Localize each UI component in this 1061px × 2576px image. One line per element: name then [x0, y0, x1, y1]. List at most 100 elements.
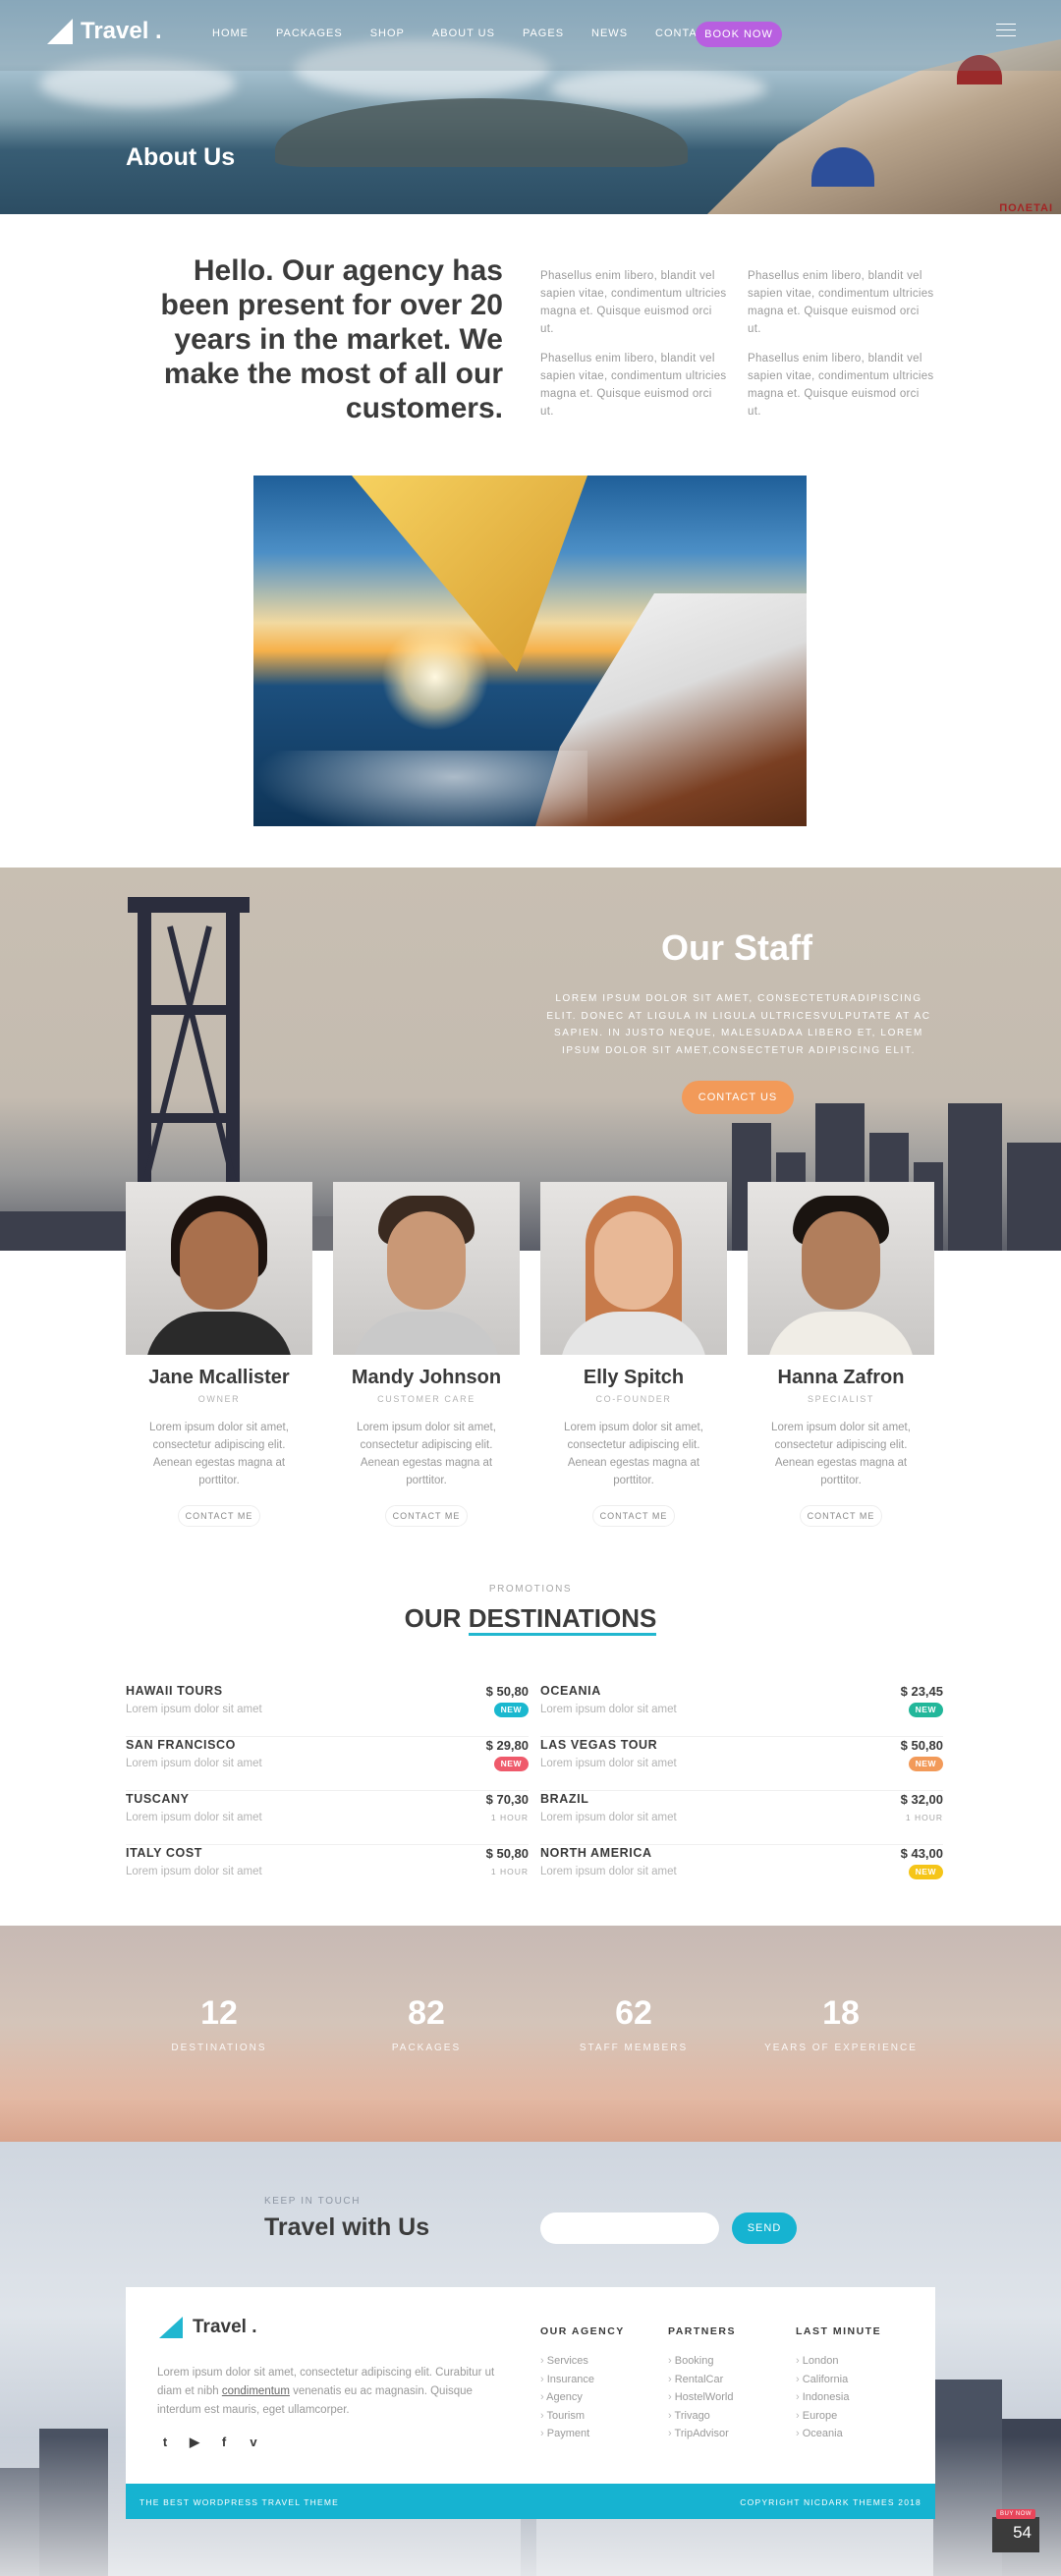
footer-column-last-minute: LAST MINUTE London California Indonesia …	[796, 2325, 881, 2443]
destination-name: SAN FRANCISCO	[126, 1738, 236, 1752]
status-badge: NEW	[493, 1757, 529, 1771]
menu-item-news[interactable]: NEWS	[591, 28, 628, 39]
footer-link[interactable]: Oceania	[796, 2425, 881, 2443]
status-badge: NEW	[908, 1703, 943, 1717]
twitter-icon[interactable]: t	[157, 2435, 173, 2450]
stat-label: STAFF MEMBERS	[579, 2043, 689, 2053]
avatar	[748, 1182, 934, 1355]
status-badge: NEW	[908, 1757, 943, 1771]
footer-link[interactable]: Payment	[540, 2425, 625, 2443]
vimeo-icon[interactable]: v	[246, 2435, 261, 2450]
footer-link[interactable]: HostelWorld	[668, 2388, 736, 2407]
destination-row[interactable]: BRAZIL $ 32,00 Lorem ipsum dolor sit ame…	[540, 1792, 943, 1845]
staff-role: SPECIALIST	[807, 1394, 875, 1404]
destination-price: $ 29,80	[485, 1738, 529, 1753]
destination-name: BRAZIL	[540, 1792, 589, 1806]
intro-paragraph: Phasellus enim libero, blandit vel sapie…	[748, 270, 934, 335]
destination-row[interactable]: SAN FRANCISCO $ 29,80 Lorem ipsum dolor …	[126, 1738, 529, 1791]
hero-banner: ΠΟΛΕΤΑΙ Travel . HOME PACKAGES SHOP ABOU…	[0, 0, 1061, 214]
stat-number: 18	[822, 1994, 860, 2032]
menu-item-shop[interactable]: SHOP	[370, 28, 405, 39]
footer-column-agency: OUR AGENCY Services Insurance Agency Tou…	[540, 2325, 625, 2443]
stat-number: 82	[408, 1994, 445, 2032]
about-link[interactable]: condimentum	[222, 2385, 290, 2397]
menu-item-home[interactable]: HOME	[212, 28, 249, 39]
contact-me-button[interactable]: CONTACT ME	[385, 1505, 468, 1527]
footer-link[interactable]: Agency	[540, 2388, 625, 2407]
site-logo[interactable]: Travel .	[47, 18, 162, 45]
menu-item-pages[interactable]: PAGES	[523, 28, 564, 39]
destination-row[interactable]: HAWAII TOURS $ 50,80 Lorem ipsum dolor s…	[126, 1684, 529, 1737]
contact-me-button[interactable]: CONTACT ME	[178, 1505, 260, 1527]
stat-number: 62	[615, 1994, 652, 2032]
tagline: THE BEST WORDPRESS TRAVEL THEME	[140, 2497, 339, 2507]
contact-us-button[interactable]: CONTACT US	[682, 1081, 794, 1114]
footer-link[interactable]: Tourism	[540, 2407, 625, 2426]
avatar	[126, 1182, 312, 1355]
destination-name: HAWAII TOURS	[126, 1684, 223, 1698]
stat-staff-members: 62 STAFF MEMBERS	[535, 1994, 732, 2053]
destination-name: LAS VEGAS TOUR	[540, 1738, 658, 1752]
staff-card: Elly Spitch CO-FOUNDER Lorem ipsum dolor…	[540, 1182, 727, 1527]
staff-name: Elly Spitch	[583, 1367, 685, 1388]
menu-item-about-us[interactable]: ABOUT US	[432, 28, 495, 39]
staff-role: OWNER	[197, 1394, 241, 1404]
column-title: LAST MINUTE	[796, 2325, 882, 2337]
logo-text: Travel .	[193, 2317, 257, 2337]
footer-link[interactable]: Insurance	[540, 2371, 625, 2389]
intro-headline: Hello. Our agency has been present for o…	[160, 254, 503, 424]
title-highlight: DESTINATIONS	[468, 1603, 657, 1636]
hamburger-menu-icon[interactable]	[996, 24, 1016, 37]
stat-packages: 82 PACKAGES	[328, 1994, 525, 2053]
staff-role: CO-FOUNDER	[595, 1394, 672, 1404]
duration-label: 1 HOUR	[490, 1813, 529, 1822]
stat-destinations: 12 DESTINATIONS	[121, 1994, 317, 2053]
footer-link[interactable]: Trivago	[668, 2407, 736, 2426]
footer-link[interactable]: Booking	[668, 2352, 736, 2371]
send-button[interactable]: SEND	[732, 2212, 797, 2244]
footer-link[interactable]: Services	[540, 2352, 625, 2371]
footer-link[interactable]: Indonesia	[796, 2388, 881, 2407]
column-title: PARTNERS	[668, 2325, 736, 2337]
footer-link[interactable]: London	[796, 2352, 881, 2371]
destination-name: ITALY COST	[126, 1846, 203, 1860]
footer-link[interactable]: California	[796, 2371, 881, 2389]
column-title: OUR AGENCY	[540, 2325, 625, 2337]
destination-desc: Lorem ipsum dolor sit amet	[126, 1812, 262, 1823]
staff-description: LOREM IPSUM DOLOR SIT AMET, CONSECTETURA…	[546, 993, 931, 1056]
duration-label: 1 HOUR	[490, 1867, 529, 1876]
email-input[interactable]	[540, 2212, 719, 2244]
footer-link[interactable]: TripAdvisor	[668, 2425, 736, 2443]
footer-link[interactable]: Europe	[796, 2407, 881, 2426]
intro-paragraph: Phasellus enim libero, blandit vel sapie…	[540, 270, 727, 335]
contact-me-button[interactable]: CONTACT ME	[800, 1505, 882, 1527]
footer-link[interactable]: RentalCar	[668, 2371, 736, 2389]
stat-label: PACKAGES	[391, 2043, 462, 2053]
staff-name: Jane Mcallister	[148, 1367, 290, 1388]
cart-count: 54	[1013, 2523, 1032, 2542]
destination-price: $ 50,80	[485, 1684, 529, 1699]
destination-price: $ 50,80	[900, 1738, 943, 1753]
stat-label: DESTINATIONS	[171, 2043, 267, 2053]
youtube-icon[interactable]: ▶	[187, 2435, 202, 2450]
staff-bio: Lorem ipsum dolor sit amet, consectetur …	[357, 1422, 496, 1486]
destination-row[interactable]: OCEANIA $ 23,45 Lorem ipsum dolor sit am…	[540, 1684, 943, 1737]
destination-name: OCEANIA	[540, 1684, 601, 1698]
destination-row[interactable]: ITALY COST $ 50,80 Lorem ipsum dolor sit…	[126, 1846, 529, 1899]
destination-desc: Lorem ipsum dolor sit amet	[126, 1704, 262, 1715]
destination-row[interactable]: NORTH AMERICA $ 43,00 Lorem ipsum dolor …	[540, 1846, 943, 1899]
destination-desc: Lorem ipsum dolor sit amet	[540, 1812, 677, 1823]
destination-row[interactable]: LAS VEGAS TOUR $ 50,80 Lorem ipsum dolor…	[540, 1738, 943, 1791]
destination-name: NORTH AMERICA	[540, 1846, 652, 1860]
status-badge: NEW	[493, 1703, 529, 1717]
boat-wake	[253, 751, 587, 826]
staff-name: Mandy Johnson	[351, 1367, 502, 1388]
book-now-button[interactable]: BOOK NOW	[696, 22, 782, 47]
cart-widget[interactable]: BUY NOW 54	[992, 2509, 1039, 2552]
shop-sign: ΠΟΛΕΤΑΙ	[999, 202, 1053, 214]
facebook-icon[interactable]: f	[216, 2435, 232, 2450]
destination-row[interactable]: TUSCANY $ 70,30 Lorem ipsum dolor sit am…	[126, 1792, 529, 1845]
contact-me-button[interactable]: CONTACT ME	[592, 1505, 675, 1527]
footer-logo[interactable]: Travel .	[159, 2317, 257, 2338]
menu-item-packages[interactable]: PACKAGES	[276, 28, 343, 39]
